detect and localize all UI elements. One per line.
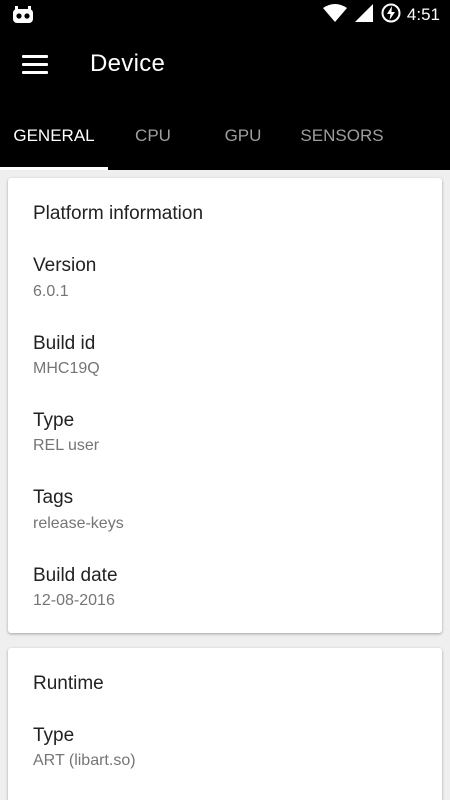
runtime-type-label: Type — [33, 725, 75, 746]
type-value: REL user — [33, 437, 100, 454]
tab-gpu[interactable]: GPU — [198, 102, 288, 170]
type-label: Type — [33, 410, 75, 431]
card-title: Runtime — [33, 673, 104, 694]
cell-signal-icon — [354, 3, 373, 27]
hamburger-menu-icon[interactable] — [22, 55, 48, 75]
tab-label: GPU — [224, 126, 262, 145]
status-bar: 4:51 — [0, 0, 450, 30]
runtime-card: Runtime Type ART (libart.so) — [8, 648, 442, 800]
app-bar: Device — [0, 30, 450, 102]
page-title: Device — [90, 50, 166, 77]
status-icons: 4:51 — [315, 0, 440, 30]
tab-general[interactable]: GENERAL — [0, 102, 108, 170]
card-title: Platform information — [33, 203, 204, 224]
content-scroll-area[interactable]: Platform information Version 6.0.1 Build… — [0, 170, 450, 800]
version-value: 6.0.1 — [33, 283, 69, 300]
platform-info-card: Platform information Version 6.0.1 Build… — [8, 178, 442, 633]
tab-sensors[interactable]: SENSORS — [288, 102, 396, 170]
build-id-value: MHC19Q — [33, 360, 100, 377]
tab-label: CPU — [135, 126, 171, 145]
clock: 4:51 — [406, 5, 440, 24]
build-date-value: 12-08-2016 — [33, 592, 115, 609]
tags-label: Tags — [33, 487, 74, 508]
build-id-label: Build id — [33, 333, 96, 354]
tab-bar: GENERAL CPU GPU SENSORS — [0, 102, 450, 170]
tab-label: SENSORS — [300, 126, 384, 145]
tags-value: release-keys — [33, 515, 124, 532]
battery-charging-icon — [381, 3, 401, 28]
wifi-icon — [322, 3, 347, 27]
tab-label: GENERAL — [13, 126, 95, 145]
version-label: Version — [33, 255, 97, 276]
tab-cpu[interactable]: CPU — [108, 102, 198, 170]
build-date-label: Build date — [33, 565, 118, 586]
bug-icon — [12, 6, 34, 29]
runtime-type-value: ART (libart.so) — [33, 752, 136, 769]
